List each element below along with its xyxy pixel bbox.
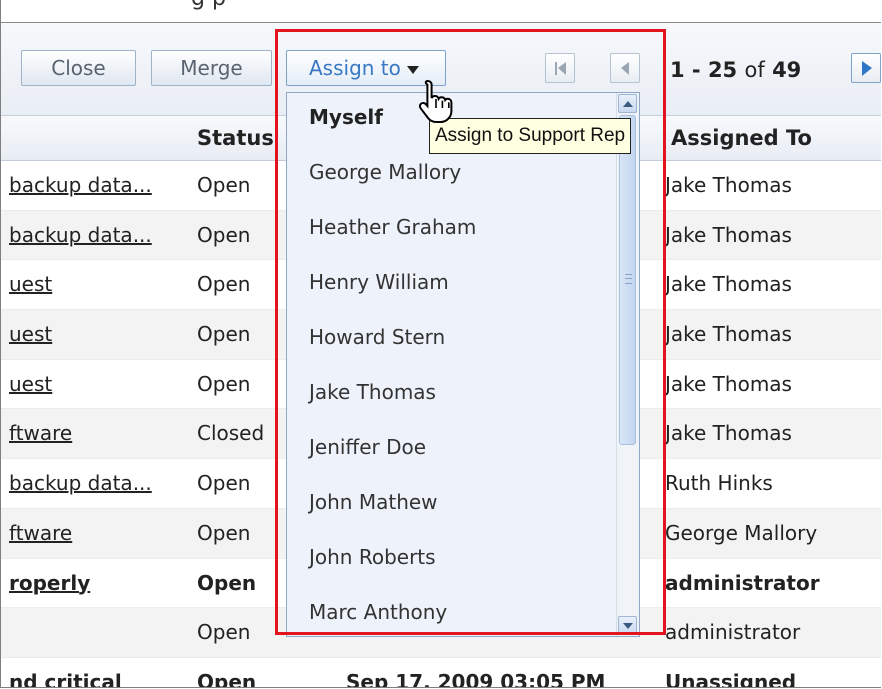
ticket-assigned-to: George Mallory bbox=[665, 520, 818, 545]
ticket-title-link[interactable]: backup data... bbox=[9, 471, 152, 495]
ticket-title-link[interactable]: uest bbox=[9, 272, 52, 296]
column-header-status[interactable]: Status bbox=[197, 126, 274, 150]
hand-cursor-icon bbox=[418, 79, 453, 123]
ticket-assigned-to: Jake Thomas bbox=[665, 322, 792, 347]
ticket-status: Open bbox=[197, 669, 257, 688]
scroll-down-icon[interactable] bbox=[618, 616, 637, 635]
assign-to-label: Assign to bbox=[309, 56, 401, 80]
dropdown-item[interactable]: Jake Thomas bbox=[309, 380, 436, 404]
ticket-status: Open bbox=[197, 471, 251, 496]
dropdown-item[interactable]: Myself bbox=[309, 105, 383, 129]
first-page-icon[interactable] bbox=[545, 53, 575, 83]
ticket-title-link[interactable]: nd critical bbox=[9, 670, 122, 687]
ticket-title-link[interactable]: ftware bbox=[9, 421, 72, 445]
ticket-status: Open bbox=[197, 173, 251, 197]
ticket-status: Open bbox=[197, 371, 251, 396]
dropdown-arrow-icon bbox=[407, 66, 419, 74]
next-page-icon[interactable] bbox=[851, 53, 881, 83]
ticket-title-link[interactable]: ftware bbox=[9, 521, 72, 545]
page-title-cut: g p bbox=[1, 0, 881, 23]
dropdown-item[interactable]: Howard Stern bbox=[309, 325, 445, 349]
page-title-fragment: g p bbox=[191, 0, 226, 11]
ticket-assigned-to: Unassigned bbox=[665, 669, 797, 688]
ticket-title-link[interactable]: uest bbox=[9, 372, 52, 396]
ticket-status: Open bbox=[197, 570, 257, 595]
ticket-title-link[interactable]: backup data... bbox=[9, 173, 152, 197]
ticket-status: Open bbox=[197, 520, 251, 545]
assign-dropdown-list: Myself George Mallory Heather Graham Henry … bbox=[286, 92, 640, 637]
ticket-title-link[interactable]: uest bbox=[9, 322, 52, 346]
previous-page-icon[interactable] bbox=[610, 53, 640, 83]
ticket-assigned-to: Jake Thomas bbox=[665, 371, 792, 396]
pager-total: 49 bbox=[772, 58, 802, 82]
scrollbar-thumb[interactable] bbox=[619, 115, 636, 445]
ticket-assigned-to: Ruth Hinks bbox=[665, 471, 773, 496]
table-row[interactable]: nd critical Open Sep 17, 2009 03:05 PM Unas… bbox=[1, 658, 881, 688]
grip-icon bbox=[625, 274, 632, 284]
dropdown-item[interactable]: Marc Anthony bbox=[309, 600, 447, 624]
main-frame: g p Close Merge Assign to 1 - 25 of 49 S… bbox=[0, 0, 881, 688]
ticket-date: Sep 17, 2009 03:05 PM bbox=[346, 669, 606, 688]
scroll-up-icon[interactable] bbox=[618, 94, 637, 113]
dropdown-item[interactable]: Jeniffer Doe bbox=[309, 435, 426, 459]
dropdown-item[interactable]: John Mathew bbox=[309, 490, 438, 514]
dropdown-item[interactable]: Heather Graham bbox=[309, 215, 476, 239]
merge-button[interactable]: Merge bbox=[151, 50, 272, 86]
pager-of: of bbox=[744, 58, 765, 82]
ticket-title-link[interactable]: backup data... bbox=[9, 223, 152, 247]
pager-info: 1 - 25 of 49 bbox=[670, 58, 801, 82]
ticket-assigned-to: Jake Thomas bbox=[665, 272, 792, 297]
dropdown-item[interactable]: John Roberts bbox=[309, 545, 436, 569]
ticket-status: Open bbox=[197, 222, 251, 247]
ticket-assigned-to: Jake Thomas bbox=[665, 421, 792, 446]
dropdown-item[interactable]: Henry William bbox=[309, 270, 449, 294]
ticket-status: Open bbox=[197, 620, 251, 645]
ticket-title-link[interactable]: roperly bbox=[9, 571, 90, 595]
pager-range: 1 - 25 bbox=[670, 58, 738, 82]
ticket-status: Open bbox=[197, 322, 251, 347]
ticket-assigned-to: administrator bbox=[665, 570, 820, 595]
ticket-assigned-to: administrator bbox=[665, 620, 801, 645]
close-button[interactable]: Close bbox=[21, 50, 136, 86]
column-header-assigned-to[interactable]: Assigned To bbox=[671, 126, 812, 150]
ticket-assigned-to: Jake Thomas bbox=[665, 173, 792, 197]
ticket-status: Closed bbox=[197, 421, 265, 446]
ticket-assigned-to: Jake Thomas bbox=[665, 222, 792, 247]
dropdown-item[interactable]: George Mallory bbox=[309, 160, 461, 184]
ticket-status: Open bbox=[197, 272, 251, 297]
dropdown-scrollbar[interactable] bbox=[616, 93, 639, 636]
